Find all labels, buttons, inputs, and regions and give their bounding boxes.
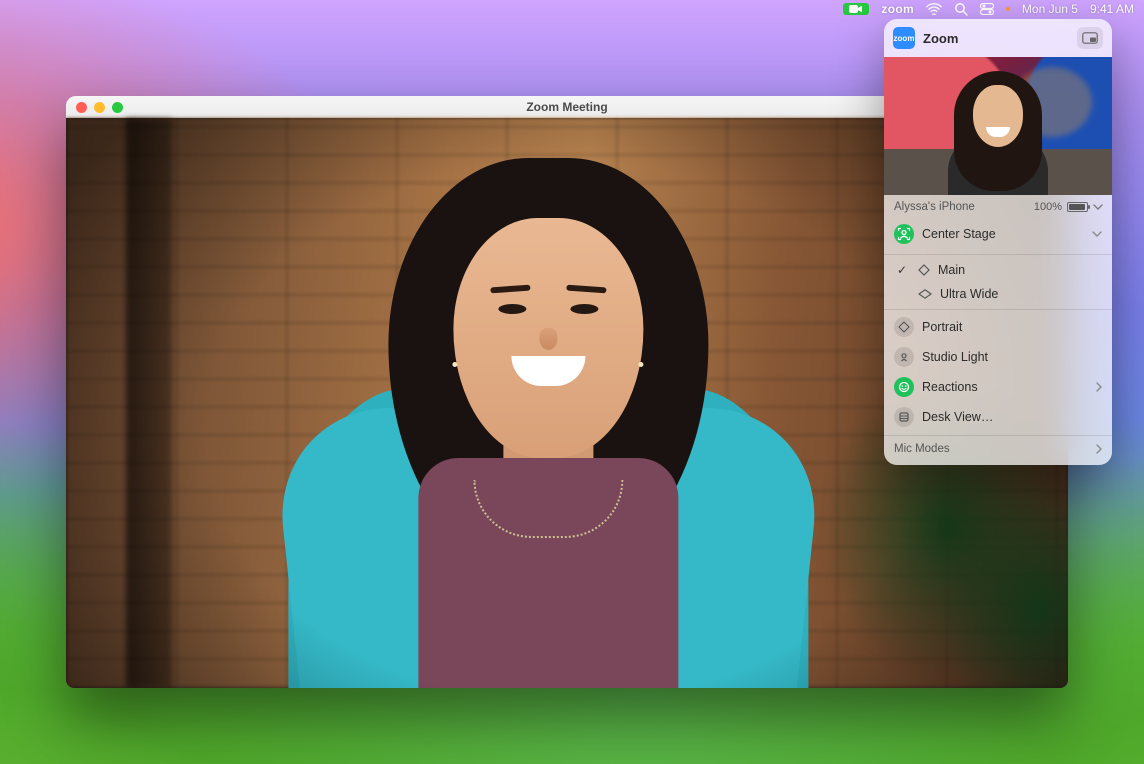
- reactions-icon: [894, 377, 914, 397]
- portrait-row[interactable]: Portrait: [884, 312, 1112, 342]
- camera-device-row[interactable]: Alyssa's iPhone 100%: [884, 195, 1112, 219]
- minimize-button[interactable]: [94, 102, 105, 113]
- center-stage-row[interactable]: Center Stage: [884, 219, 1112, 252]
- mic-modes-label: Mic Modes: [894, 443, 1088, 455]
- panel-app-title: Zoom: [923, 31, 1069, 46]
- fullscreen-button[interactable]: [112, 102, 123, 113]
- picture-in-picture-button[interactable]: [1077, 27, 1103, 49]
- control-center-icon[interactable]: [980, 3, 994, 15]
- lens-main-label: Main: [938, 263, 1102, 277]
- traffic-lights: [76, 102, 123, 113]
- window-title: Zoom Meeting: [526, 100, 607, 114]
- center-stage-icon: [894, 224, 914, 244]
- lens-ultrawide-label: Ultra Wide: [940, 287, 1102, 301]
- chevron-right-icon: [1096, 382, 1102, 392]
- desk-view-row[interactable]: Desk View…: [884, 402, 1112, 436]
- chevron-down-icon: [1092, 231, 1102, 237]
- lens-diamond-icon: [918, 264, 930, 276]
- menubar-time[interactable]: 9:41 AM: [1090, 2, 1134, 16]
- chevron-right-icon: [1096, 444, 1102, 454]
- checkmark-icon: ✓: [894, 263, 910, 277]
- desk-view-label: Desk View…: [922, 410, 1102, 424]
- studio-light-label: Studio Light: [922, 350, 1102, 364]
- studio-light-row[interactable]: Studio Light: [884, 342, 1112, 372]
- camera-preview: [884, 57, 1112, 195]
- zoom-app-icon: zoom: [893, 27, 915, 49]
- menubar-app-name[interactable]: zoom: [881, 2, 914, 16]
- center-stage-label: Center Stage: [922, 227, 1084, 241]
- reactions-label: Reactions: [922, 380, 1088, 394]
- video-icon: [849, 4, 863, 14]
- chevron-down-icon: [1093, 204, 1103, 210]
- device-name-label: Alyssa's iPhone: [894, 201, 975, 213]
- mic-modes-row[interactable]: Mic Modes: [884, 438, 1112, 465]
- reactions-row[interactable]: Reactions: [884, 372, 1112, 402]
- pip-icon: [1082, 32, 1098, 44]
- video-effects-panel: zoom Zoom Alyssa's iPhone 100% C: [884, 19, 1112, 465]
- studio-light-icon: [894, 347, 914, 367]
- wifi-icon[interactable]: [926, 3, 942, 15]
- battery-indicator: 100%: [1034, 201, 1103, 213]
- portrait-icon: [894, 317, 914, 337]
- portrait-label: Portrait: [922, 320, 1102, 334]
- camera-status-pill[interactable]: [843, 3, 869, 15]
- close-button[interactable]: [76, 102, 87, 113]
- privacy-indicator-dot: [1006, 7, 1010, 11]
- menubar: zoom Mon Jun 5 9:41 AM: [843, 0, 1144, 18]
- lens-ultrawide-row[interactable]: Ultra Wide: [884, 282, 1112, 310]
- desk-view-icon: [894, 407, 914, 427]
- menubar-date[interactable]: Mon Jun 5: [1022, 2, 1078, 16]
- lens-diamond-icon: [918, 289, 932, 299]
- spotlight-icon[interactable]: [954, 2, 968, 16]
- lens-main-row[interactable]: ✓ Main: [884, 254, 1112, 282]
